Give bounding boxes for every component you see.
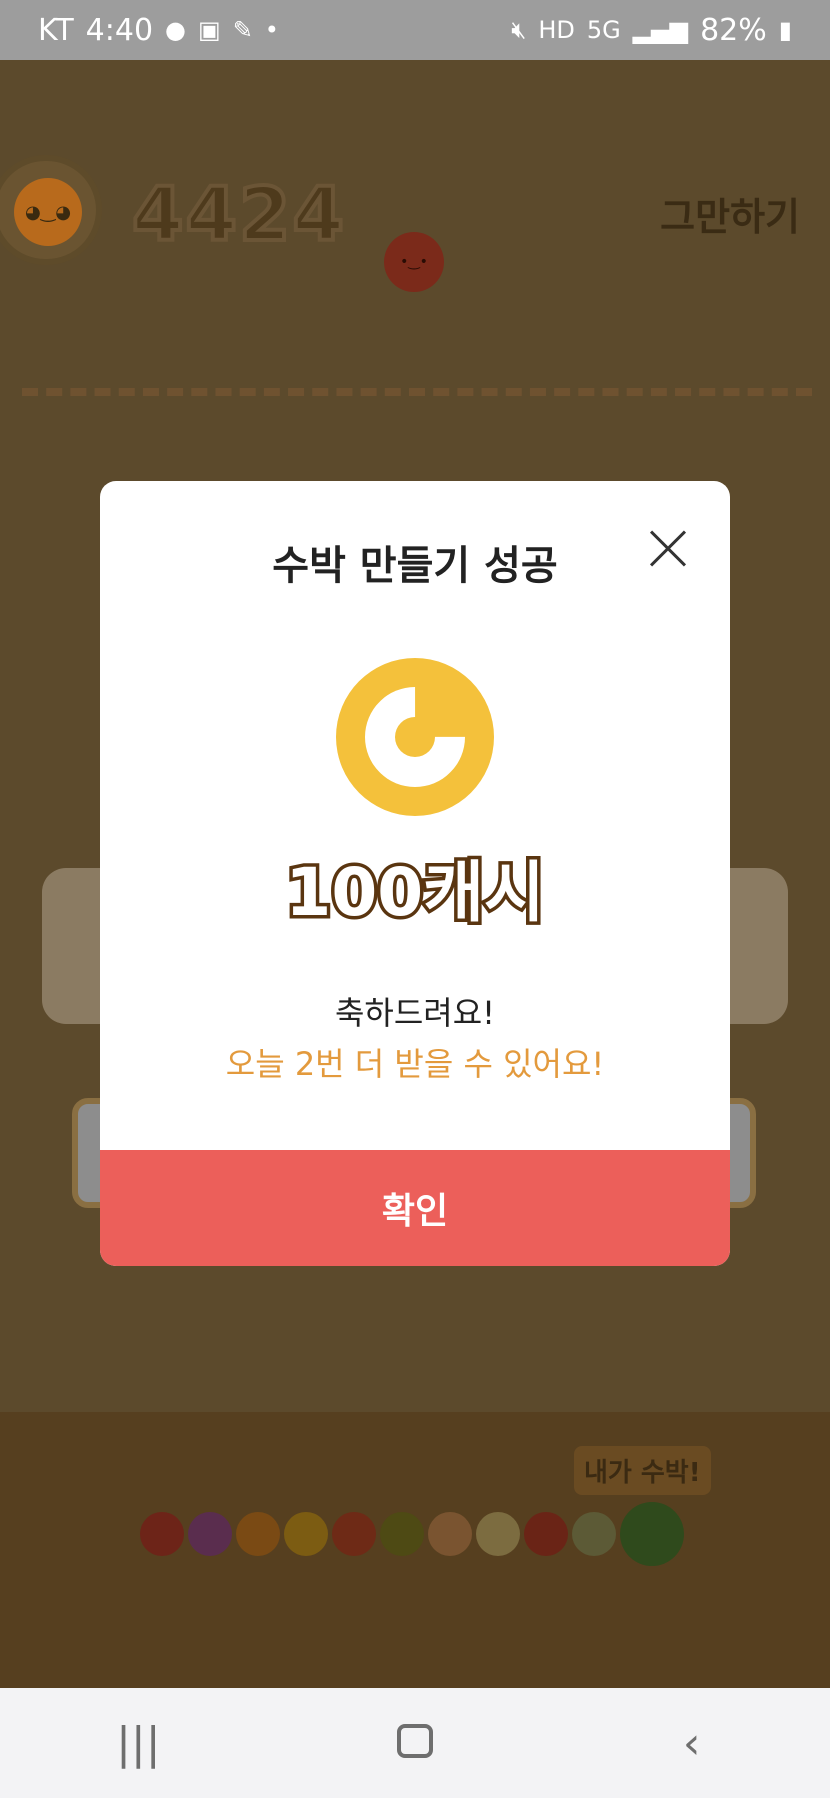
orange-icon	[236, 1512, 280, 1556]
grape-icon	[188, 1512, 232, 1556]
status-bar: KT 4:40 ● ▣ ✎ • 🔇︎ HD 5G ▂▄▆ 82% ▮	[0, 0, 830, 60]
evolution-badge: 내가 수박!	[574, 1446, 711, 1495]
kiwi-icon	[380, 1512, 424, 1556]
dialog-title: 수박 만들기 성공	[272, 543, 558, 589]
clock: 4:40	[85, 12, 154, 48]
quit-button[interactable]: 그만하기	[660, 186, 800, 241]
cash-coin-icon	[336, 658, 494, 816]
cherry-icon	[140, 1512, 184, 1556]
tools-icon: ✎	[232, 16, 253, 44]
back-icon[interactable]: ‹	[632, 1718, 752, 1769]
score-counter: 4424	[130, 170, 346, 260]
fruit-evolution-row	[140, 1502, 684, 1566]
next-fruit-icon: ◕‿◕	[14, 178, 82, 246]
coin-letter-c	[344, 666, 486, 808]
success-dialog: 수박 만들기 성공 100캐시 축하드려요! 오늘 2번 더 받을 수 있어요!…	[100, 481, 730, 1266]
network-5g-icon: 5G	[586, 16, 621, 44]
peach-icon	[428, 1512, 472, 1556]
signal-icon: ▂▄▆	[632, 16, 689, 44]
apple-icon	[524, 1512, 568, 1556]
congrats-message: 축하드려요!	[334, 994, 496, 1032]
status-left: KT 4:40 ● ▣ ✎ •	[38, 13, 279, 48]
close-icon[interactable]	[648, 529, 688, 569]
reward-amount: 100캐시	[282, 851, 548, 935]
dropping-fruit-icon: •‿•	[384, 232, 444, 292]
melon-icon	[572, 1512, 616, 1556]
tomato-icon	[332, 1512, 376, 1556]
chat-bubble-icon: ●	[165, 16, 186, 44]
limit-line	[22, 388, 812, 396]
battery-percent: 82%	[700, 12, 767, 48]
app-notification-icon: ▣	[198, 16, 221, 44]
lemon-icon	[284, 1512, 328, 1556]
watermelon-icon	[620, 1502, 684, 1566]
battery-icon: ▮	[778, 16, 792, 44]
status-right: 🔇︎ HD 5G ▂▄▆ 82% ▮	[511, 13, 792, 48]
hd-icon: HD	[538, 16, 575, 44]
confirm-button[interactable]: 확인	[100, 1150, 730, 1266]
mute-icon: 🔇︎	[511, 16, 527, 44]
navigation-bar: ||| ‹	[0, 1688, 830, 1798]
pear-icon	[476, 1512, 520, 1556]
carrier-label: KT	[38, 12, 74, 48]
home-icon[interactable]	[355, 1718, 475, 1769]
recent-apps-icon[interactable]: |||	[78, 1718, 198, 1769]
remaining-chances-message: 오늘 2번 더 받을 수 있어요!	[225, 1045, 605, 1083]
dot-icon: •	[264, 16, 279, 44]
